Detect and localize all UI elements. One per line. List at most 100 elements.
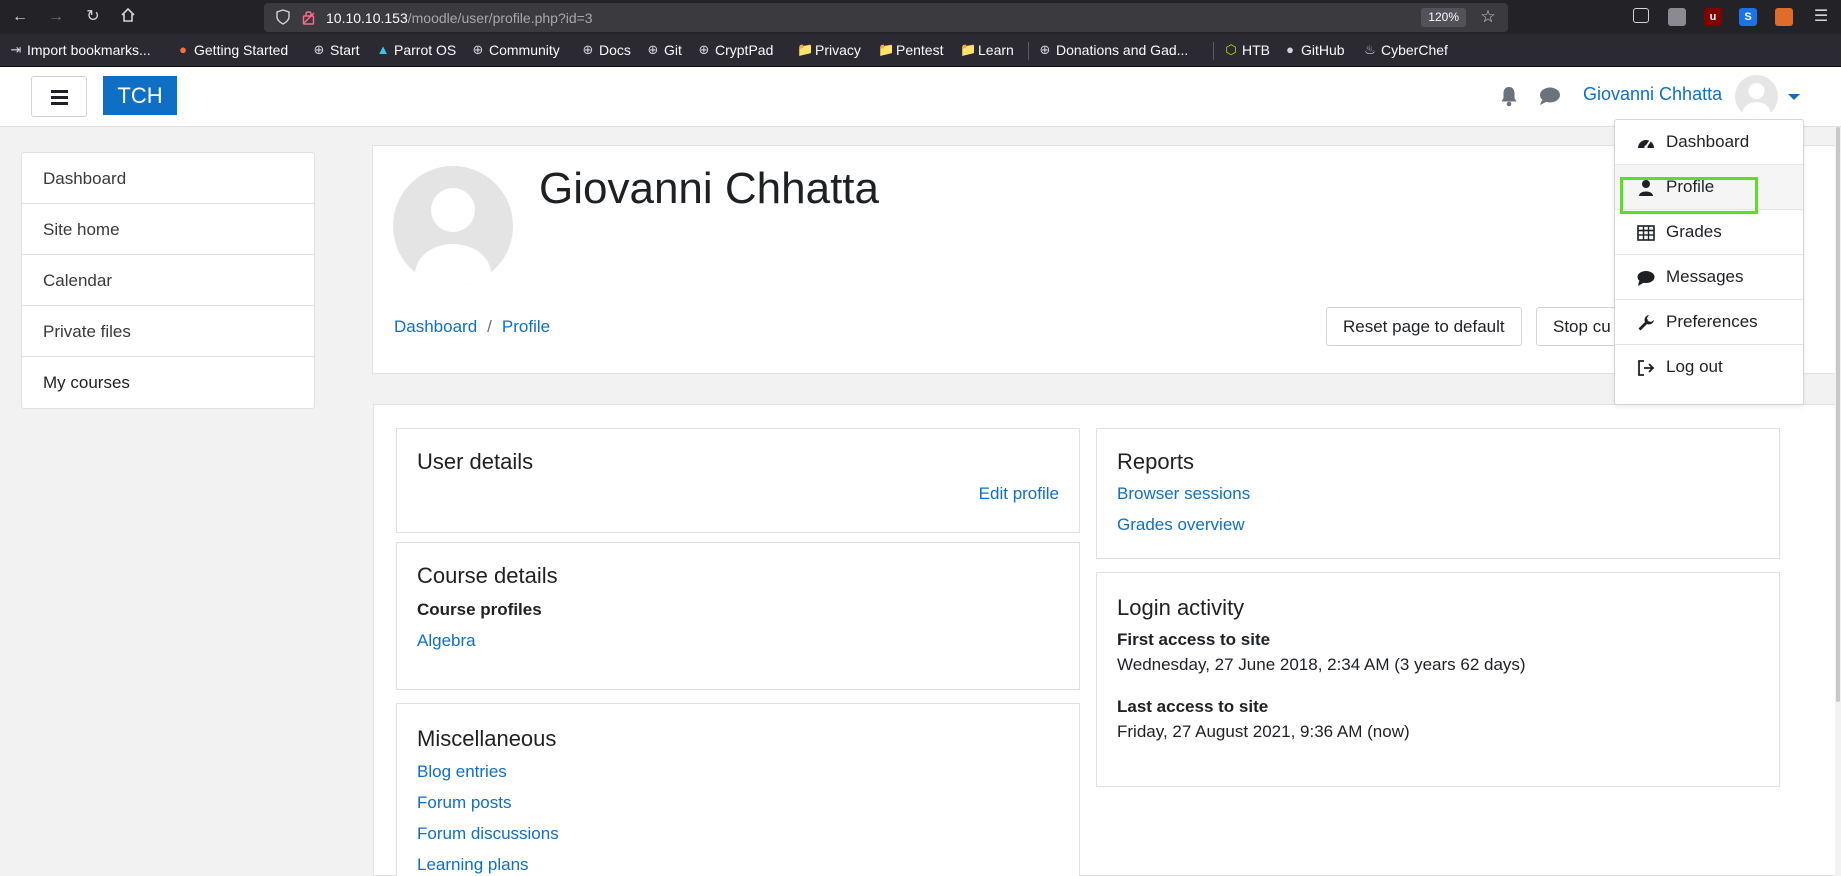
caret-down-icon[interactable] — [1788, 94, 1800, 100]
bookmark-item[interactable]: ● GitHub — [1283, 42, 1345, 58]
back-arrow-icon[interactable]: ← — [10, 7, 30, 27]
user-details-title: User details — [417, 449, 534, 474]
site-brand[interactable]: TCH — [103, 76, 177, 115]
first-access-heading: First access to site — [1117, 630, 1271, 649]
sidebar-item-my-courses[interactable]: My courses — [22, 357, 314, 408]
pocket-icon[interactable] — [1633, 8, 1649, 23]
breadcrumb-profile[interactable]: Profile — [502, 317, 550, 337]
menu-icon[interactable]: ☰ — [1811, 7, 1831, 27]
bookmark-item[interactable]: ⊕ Donations and Gad... — [1038, 42, 1189, 58]
bookmark-item[interactable]: ♨ CyberChef — [1363, 42, 1448, 58]
learning-plans-link[interactable]: Learning plans — [417, 855, 529, 875]
site-navbar: TCH Giovanni Chhatta — [0, 67, 1841, 127]
forward-arrow-icon[interactable]: → — [46, 7, 66, 27]
menu-item-label: Dashboard — [1666, 132, 1750, 151]
zoom-badge[interactable]: 120% — [1421, 8, 1466, 27]
page-scrollbar[interactable] — [1835, 127, 1841, 876]
foxyproxy-icon[interactable] — [1775, 8, 1793, 26]
menu-item-label: Preferences — [1666, 312, 1758, 331]
breadcrumb-separator: / — [487, 317, 492, 336]
bookmark-label: Privacy — [815, 42, 861, 58]
hamburger-bar — [51, 102, 68, 105]
import-icon: ⇥ — [10, 42, 22, 57]
bookmark-folder[interactable]: 📁 Privacy — [797, 42, 861, 58]
reload-icon[interactable]: ↻ — [83, 7, 103, 27]
bookmark-item[interactable]: ● Getting Started — [176, 42, 288, 58]
bookmark-star-icon[interactable]: ☆ — [1478, 7, 1498, 27]
user-dropdown-menu: Dashboard Profile Grades Messages Prefer… — [1614, 119, 1804, 405]
extension-icon[interactable] — [1668, 8, 1686, 26]
menu-item-label: Grades — [1666, 222, 1722, 241]
bookmark-item[interactable]: ⇥ Import bookmarks... — [9, 42, 151, 58]
reset-page-button[interactable]: Reset page to default — [1326, 307, 1522, 346]
menu-item-logout[interactable]: Log out — [1615, 345, 1803, 390]
bookmark-folder[interactable]: 📁 Learn — [960, 42, 1014, 58]
breadcrumb: Dashboard / Profile — [394, 317, 550, 337]
profile-region: User details Edit profile Course details… — [373, 404, 1841, 876]
menu-item-grades[interactable]: Grades — [1615, 210, 1803, 255]
drawer-toggle-button[interactable] — [31, 76, 87, 117]
bookmark-item[interactable]: ⬡ HTB — [1224, 42, 1270, 58]
blog-entries-link[interactable]: Blog entries — [417, 762, 507, 782]
bookmark-item[interactable]: ▲ Parrot OS — [376, 42, 457, 58]
bell-icon[interactable] — [1499, 85, 1519, 107]
course-details-card: Course details Course profiles Algebra — [396, 542, 1080, 690]
menu-item-messages[interactable]: Messages — [1615, 255, 1803, 300]
insecure-lock-icon[interactable] — [302, 9, 315, 25]
sidebar-list: Dashboard Site home Calendar Private fil… — [21, 152, 315, 409]
profile-highlight-box — [1620, 177, 1758, 214]
url-host: 10.10.10.153 — [326, 10, 408, 26]
forum-discussions-link[interactable]: Forum discussions — [417, 824, 559, 844]
bookmark-item[interactable]: ⊕ Start — [312, 42, 360, 58]
sidebar-item-dashboard[interactable]: Dashboard — [22, 153, 314, 204]
edit-profile-link[interactable]: Edit profile — [979, 484, 1059, 504]
globe-icon: ⊕ — [698, 42, 710, 57]
s-extension-icon[interactable]: S — [1739, 8, 1757, 26]
sidebar-item-calendar[interactable]: Calendar — [22, 255, 314, 306]
scrollbar-thumb[interactable] — [1836, 127, 1840, 702]
bookmark-label: Git — [664, 42, 682, 58]
menu-item-label: Messages — [1666, 267, 1744, 286]
bookmark-folder[interactable]: 📁 Pentest — [878, 42, 943, 58]
browser-toolbar: ← → ↻ 10.10.10.153/moodle/user/profile.p… — [0, 0, 1841, 34]
menu-item-preferences[interactable]: Preferences — [1615, 300, 1803, 345]
home-icon[interactable] — [118, 7, 138, 27]
profile-picture — [393, 166, 513, 286]
bookmark-label: CryptPad — [715, 42, 774, 58]
bookmark-label: Getting Started — [194, 42, 289, 58]
avatar[interactable] — [1735, 75, 1778, 118]
bookmark-item[interactable]: ⊕ Community — [471, 42, 560, 58]
grades-overview-link[interactable]: Grades overview — [1117, 515, 1245, 535]
bookmark-label: GitHub — [1301, 42, 1345, 58]
hamburger-bar — [51, 96, 68, 99]
user-menu-name[interactable]: Giovanni Chhatta — [1583, 84, 1722, 105]
bookmark-label: Import bookmarks... — [27, 42, 151, 58]
course-details-title: Course details — [417, 563, 558, 588]
sidebar-item-private-files[interactable]: Private files — [22, 306, 314, 357]
user-details-card: User details Edit profile — [396, 428, 1080, 533]
browser-sessions-link[interactable]: Browser sessions — [1117, 484, 1250, 504]
menu-item-dashboard[interactable]: Dashboard — [1615, 120, 1803, 165]
bookmark-item[interactable]: ⊕ CryptPad — [697, 42, 774, 58]
bookmark-label: Pentest — [896, 42, 944, 58]
sidebar-item-site-home[interactable]: Site home — [22, 204, 314, 255]
page-title: Giovanni Chhatta — [539, 164, 879, 213]
course-link-algebra[interactable]: Algebra — [417, 631, 476, 651]
bookmark-item[interactable]: ⊕ Docs — [581, 42, 631, 58]
bookmark-item[interactable]: ⊕ Git — [646, 42, 682, 58]
bookmark-separator — [1213, 42, 1214, 60]
shield-icon[interactable] — [276, 9, 290, 25]
ublock-icon[interactable]: u — [1704, 8, 1722, 26]
folder-icon: 📁 — [878, 42, 895, 57]
nav-drawer: Dashboard Site home Calendar Private fil… — [0, 127, 339, 876]
bookmarks-bar: ⇥ Import bookmarks... ● Getting Started ⊕ S… — [0, 34, 1841, 67]
bookmark-label: Donations and Gad... — [1056, 42, 1189, 58]
url-field[interactable]: 10.10.10.153/moodle/user/profile.php?id=… — [264, 3, 1508, 32]
globe-icon: ⊕ — [582, 42, 594, 57]
breadcrumb-dashboard[interactable]: Dashboard — [394, 317, 477, 337]
forum-posts-link[interactable]: Forum posts — [417, 793, 511, 813]
hamburger-bar — [51, 90, 68, 93]
bookmark-label: Community — [489, 42, 560, 58]
firefox-icon: ● — [179, 42, 187, 57]
chat-bubble-icon[interactable] — [1539, 86, 1561, 106]
